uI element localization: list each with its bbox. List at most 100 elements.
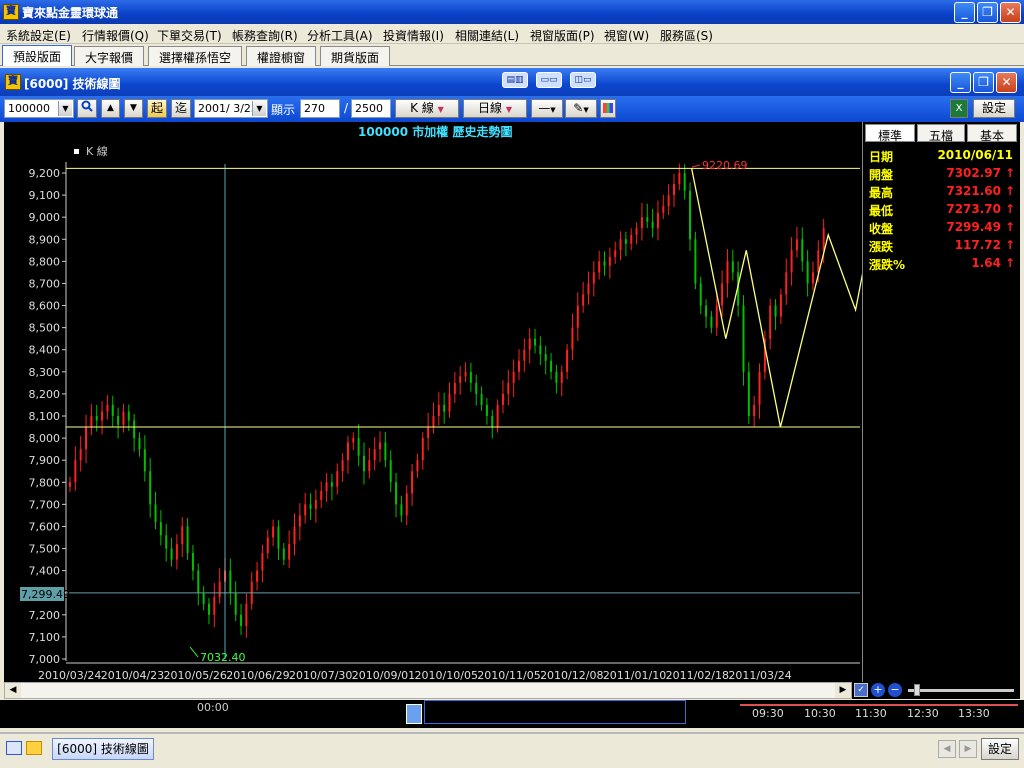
- candle-body: [213, 597, 216, 615]
- timeline-window[interactable]: [424, 700, 686, 724]
- x-tick-label: 2010/04/23: [101, 669, 164, 682]
- candle-body: [298, 515, 301, 527]
- taskbar-settings-button[interactable]: 設定: [981, 738, 1019, 760]
- menu-account[interactable]: 帳務查詢(R): [232, 27, 298, 44]
- window-list-icon[interactable]: [6, 741, 22, 755]
- candle-body: [464, 371, 467, 377]
- menu-service[interactable]: 服務區(S): [660, 27, 713, 44]
- candle-body: [705, 305, 708, 317]
- candle-body: [774, 305, 777, 317]
- tab-futures[interactable]: 期貨版面: [320, 46, 391, 66]
- tab-default-layout[interactable]: 預設版面: [2, 45, 73, 66]
- y-tick-label: 7,600: [29, 520, 61, 533]
- candle-body: [218, 581, 221, 598]
- candle-body: [427, 427, 430, 439]
- candle-body: [111, 404, 114, 416]
- chart-close-button[interactable]: ✕: [996, 72, 1017, 93]
- tab-options[interactable]: 選擇權孫悟空: [148, 46, 243, 66]
- price-chart[interactable]: 100000 市加權 歷史走勢圖 K 線 9,200 9,100 9,000 8,90…: [4, 122, 862, 682]
- palette-button[interactable]: [600, 99, 616, 118]
- end-date-button[interactable]: 迄: [171, 99, 191, 118]
- candle-body: [592, 272, 595, 284]
- chart-minimize-button[interactable]: _: [950, 72, 971, 93]
- menu-links[interactable]: 相關連結(L): [455, 27, 519, 44]
- chart-restore-button[interactable]: ❐: [973, 72, 994, 93]
- timeline-handle[interactable]: [406, 704, 422, 724]
- y-tick-label: 7,800: [29, 476, 61, 489]
- candle-body: [181, 526, 184, 545]
- checkbox-icon[interactable]: ✓: [854, 683, 868, 697]
- draw-tool-dropdown[interactable]: ✎▼: [565, 99, 597, 118]
- quote-row-close: 收盤 7299.49 ↑: [867, 220, 1017, 238]
- candle-body: [603, 261, 606, 266]
- menu-system-settings[interactable]: 系統設定(E): [6, 27, 71, 44]
- scroll-right-button[interactable]: ▶: [835, 683, 851, 698]
- quote-panel: 標準 五檔 基本 日期 2010/06/11 開盤 7302.97 ↑ 最高 7…: [862, 122, 1020, 682]
- chevron-down-icon: ▼: [252, 101, 266, 116]
- candle-body: [79, 449, 82, 461]
- folder-icon[interactable]: [26, 741, 42, 755]
- chart-horizontal-scrollbar[interactable]: ◀ ▶: [4, 682, 852, 699]
- tab-five-levels[interactable]: 五檔: [917, 124, 965, 143]
- symbol-value: 100000: [8, 102, 50, 115]
- candle-body: [598, 261, 601, 273]
- candle-body: [133, 420, 136, 439]
- candle-body: [475, 382, 478, 394]
- close-button[interactable]: ✕: [1000, 2, 1021, 23]
- show-count-input[interactable]: 270: [300, 99, 340, 118]
- y-tick-label: 8,200: [29, 388, 61, 401]
- menu-investment-info[interactable]: 投資情報(I): [383, 27, 444, 44]
- zoom-in-icon[interactable]: +: [871, 683, 885, 697]
- toolbar-settings-button[interactable]: 設定: [973, 99, 1015, 118]
- candle-body: [186, 526, 189, 553]
- excel-export-button[interactable]: X: [950, 99, 968, 118]
- menu-layout[interactable]: 視窗版面(P): [530, 27, 595, 44]
- candle-body: [282, 548, 285, 560]
- layout-window-icon[interactable]: ▭▭: [536, 72, 562, 88]
- line-style-dropdown[interactable]: —▼: [531, 99, 563, 118]
- candle-body: [357, 438, 360, 456]
- candlestick-chart-svg[interactable]: 100000 市加權 歷史走勢圖 K 線 9,200 9,100 9,000 8,90…: [4, 122, 862, 682]
- triangle-up-icon: ▲: [107, 103, 114, 113]
- next-window-button[interactable]: ▶: [959, 740, 977, 758]
- scroll-down-button[interactable]: ▼: [124, 99, 143, 118]
- start-date-button[interactable]: 起: [147, 99, 167, 118]
- restore-button[interactable]: ❐: [977, 2, 998, 23]
- arrow-right-icon: ▶: [964, 744, 972, 754]
- tab-standard[interactable]: 標準: [865, 124, 915, 143]
- chevron-down-icon: ▼: [583, 106, 589, 114]
- scroll-up-button[interactable]: ▲: [101, 99, 120, 118]
- kline-type-dropdown[interactable]: K 線 ▼: [395, 99, 459, 118]
- tab-basic[interactable]: 基本: [967, 124, 1017, 143]
- minimize-button[interactable]: _: [954, 2, 975, 23]
- candle-body: [304, 504, 307, 516]
- candle-body: [790, 250, 793, 273]
- y-tick-label: 7,400: [29, 565, 61, 578]
- layout-link-icon[interactable]: ◫▭: [570, 72, 596, 88]
- zoom-slider-track[interactable]: [908, 689, 1014, 692]
- menu-window[interactable]: 視窗(W): [604, 27, 649, 44]
- prev-window-button[interactable]: ◀: [938, 740, 956, 758]
- layout-split-icon[interactable]: ▤▥: [502, 72, 528, 88]
- candle-body: [619, 239, 622, 251]
- symbol-select[interactable]: 100000 ▼: [4, 99, 74, 118]
- y-tick-label: 8,000: [29, 432, 61, 445]
- tab-big-quote[interactable]: 大字報價: [74, 46, 145, 66]
- tab-warrants[interactable]: 權證櫥窗: [246, 46, 317, 66]
- quote-row-high: 最高 7321.60 ↑: [867, 184, 1017, 202]
- candle-body: [560, 371, 563, 383]
- period-dropdown[interactable]: 日線 ▼: [463, 99, 527, 118]
- date-select[interactable]: 2001/ 3/23 ▼: [194, 99, 268, 118]
- zoom-slider-handle[interactable]: [914, 684, 920, 696]
- total-count-input[interactable]: 2500: [351, 99, 391, 118]
- scroll-left-button[interactable]: ◀: [5, 683, 21, 698]
- search-button[interactable]: [77, 99, 97, 118]
- chevron-down-icon: ▼: [505, 105, 512, 114]
- menu-analysis[interactable]: 分析工具(A): [307, 27, 373, 44]
- task-chart-window[interactable]: [6000] 技術線圖: [52, 738, 154, 760]
- zoom-out-icon[interactable]: −: [888, 683, 902, 697]
- menu-quotes[interactable]: 行情報價(Q): [82, 27, 149, 44]
- menu-order[interactable]: 下單交易(T): [157, 27, 222, 44]
- current-price-label: 7,299.49: [21, 588, 70, 601]
- candle-body: [715, 305, 718, 328]
